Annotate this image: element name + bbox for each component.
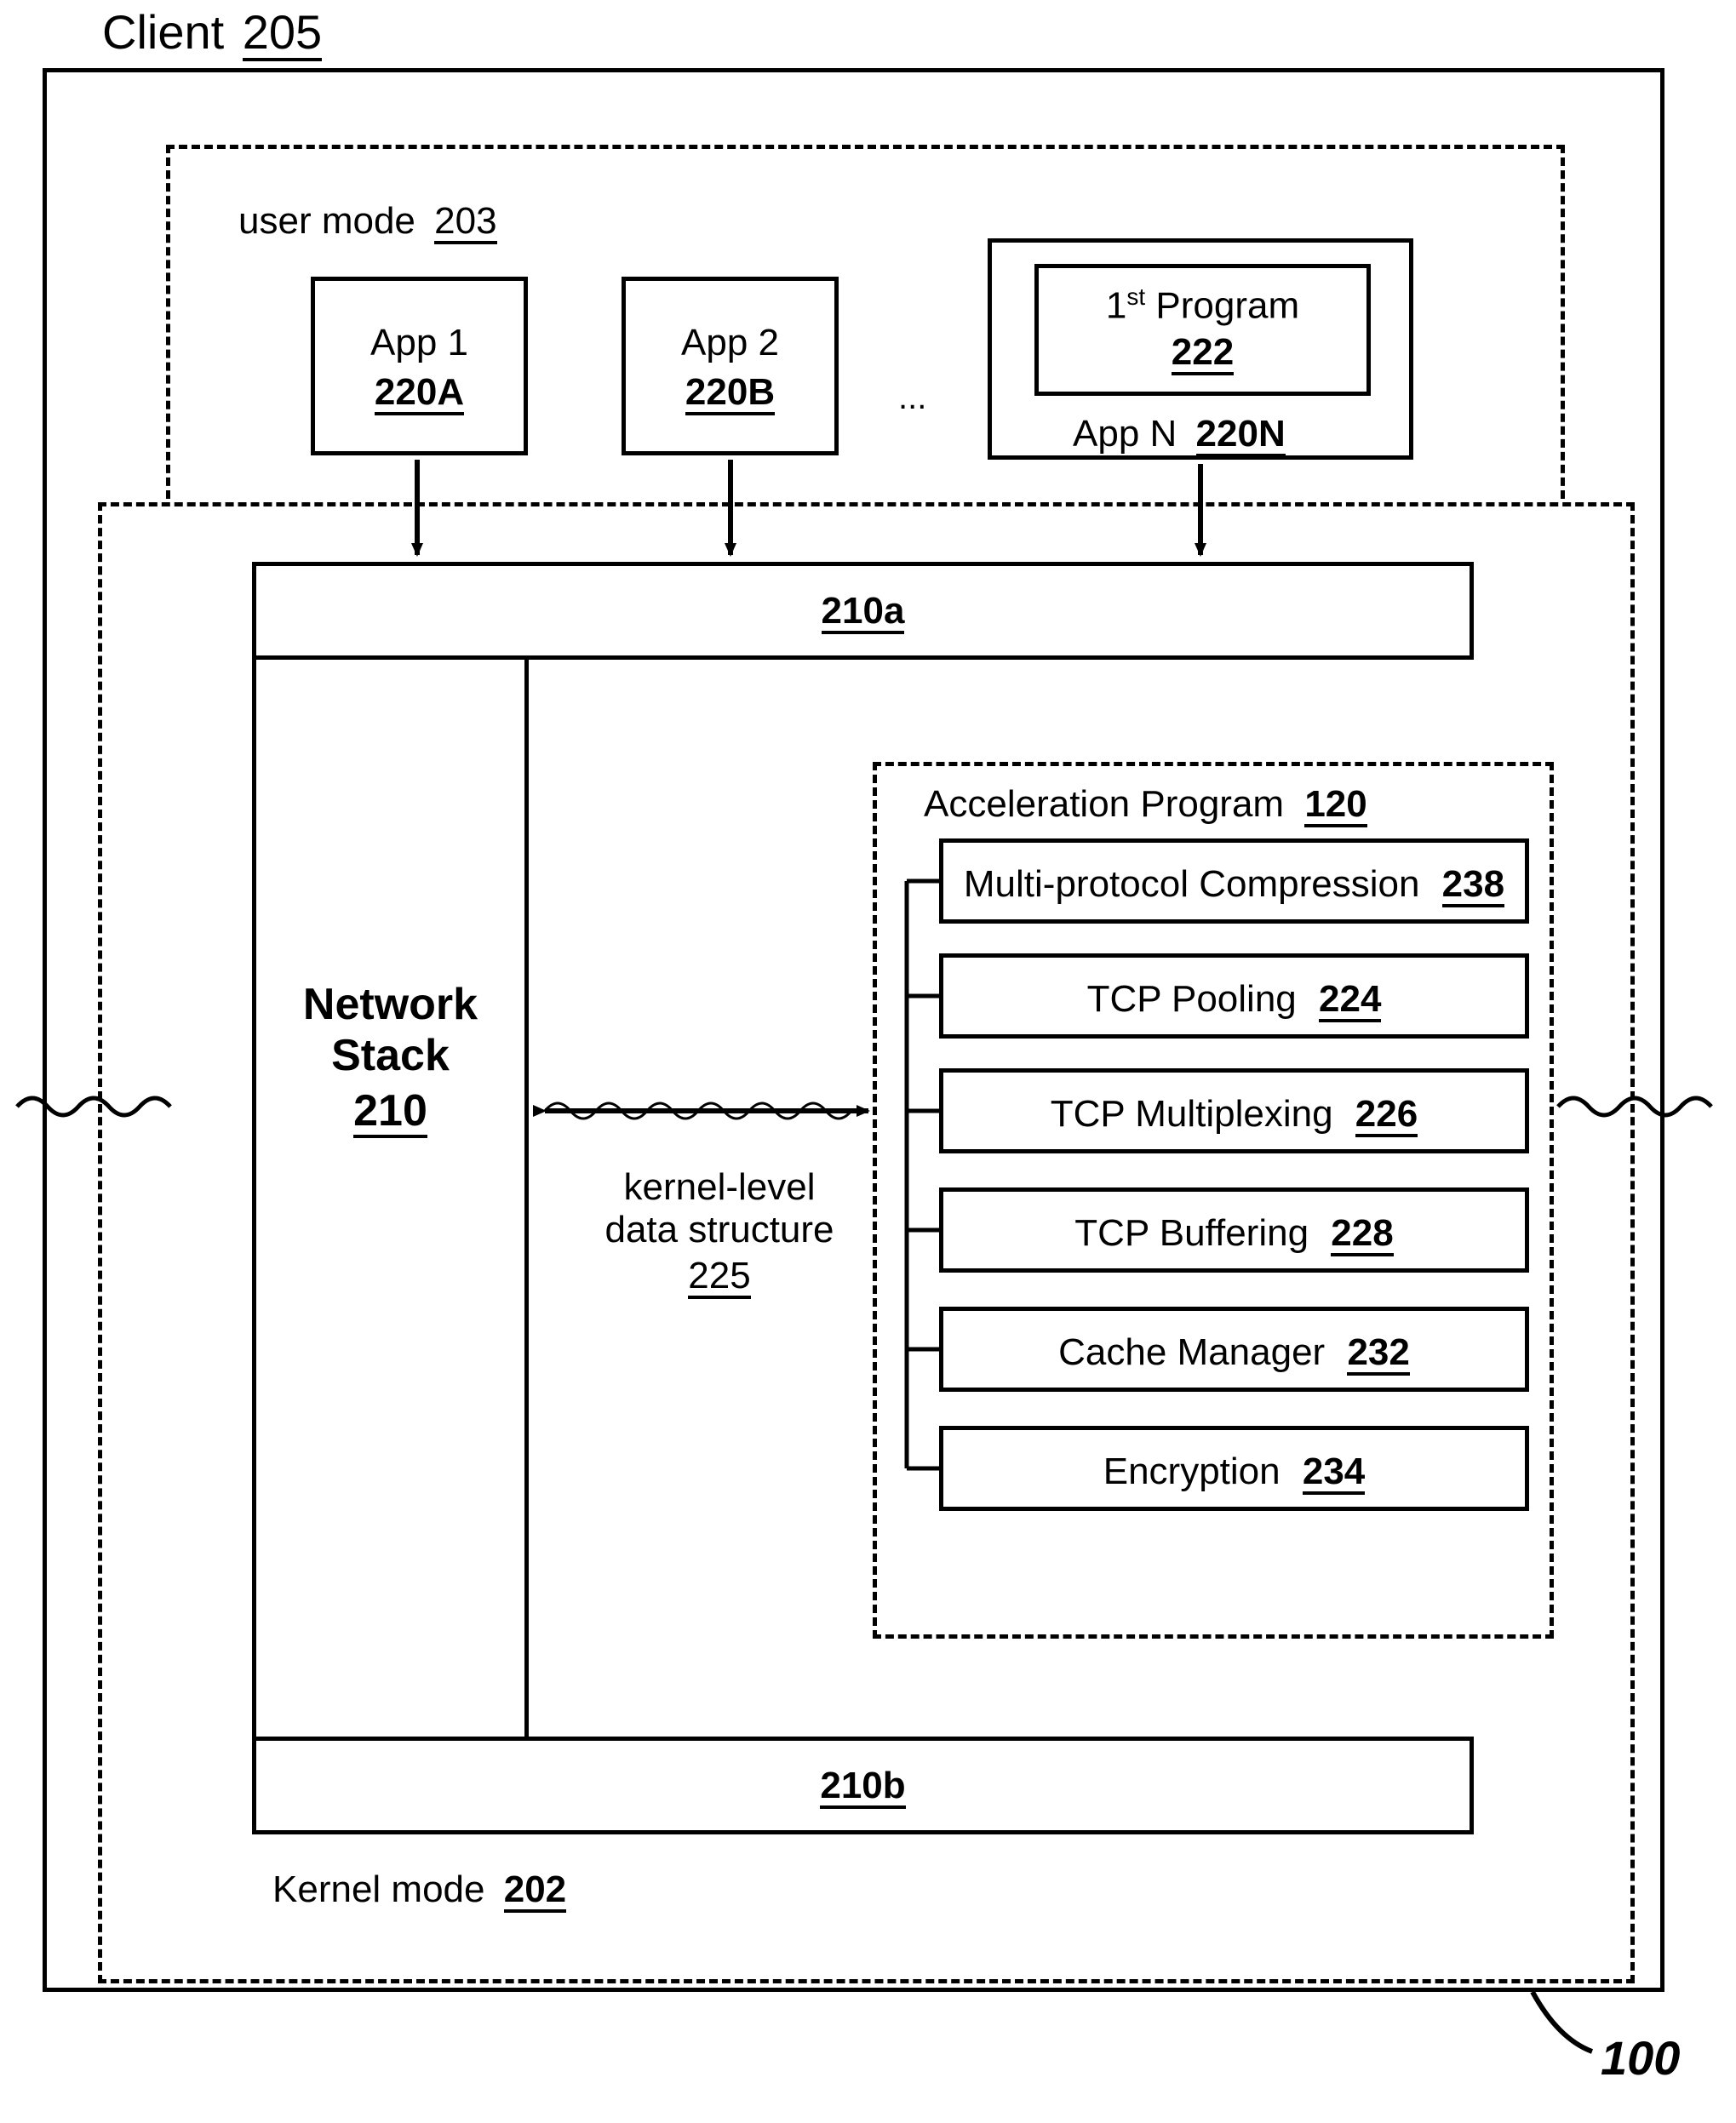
accel-item-1: TCP Pooling 224 <box>939 953 1529 1039</box>
app-1-box: App 1 220A <box>311 277 528 455</box>
layer-210a-box: 210a <box>252 562 1474 660</box>
accel-title-ref: 120 <box>1304 785 1366 827</box>
accel-item-2: TCP Multiplexing 226 <box>939 1068 1529 1153</box>
first-program-suffix: Program <box>1145 285 1299 327</box>
diagram-title: Client 205 <box>102 4 322 61</box>
first-program-num: 1 <box>1106 285 1126 327</box>
figure-ref: 100 <box>1601 2030 1680 2086</box>
app-1-ref: 220A <box>375 373 464 415</box>
accel-item-2-name: TCP Multiplexing <box>1051 1093 1333 1135</box>
accel-item-3-ref: 228 <box>1331 1214 1393 1256</box>
accel-item-5-ref: 234 <box>1303 1452 1365 1495</box>
kernel-mode-label: Kernel mode 202 <box>272 1868 566 1913</box>
accel-item-5: Encryption 234 <box>939 1426 1529 1511</box>
accel-item-3-name: TCP Buffering <box>1074 1212 1309 1254</box>
network-stack-line2: Stack <box>252 1030 529 1081</box>
kernel-data-line1: kernel-level <box>579 1166 860 1209</box>
accel-item-0-name: Multi-protocol Compression <box>964 863 1420 905</box>
accel-title-text: Acceleration Program <box>924 783 1284 825</box>
first-program-box: 1st Program 222 <box>1034 264 1371 396</box>
title-label: Client <box>102 5 224 59</box>
network-stack-line1: Network <box>252 979 529 1030</box>
app-1-name: App 1 <box>315 322 524 364</box>
accel-item-0: Multi-protocol Compression 238 <box>939 838 1529 924</box>
app-n-name: App N <box>1073 413 1177 455</box>
apps-ellipsis: ... <box>898 379 926 417</box>
user-mode-text: user mode <box>238 200 415 242</box>
network-stack-label: Network Stack 210 <box>252 979 529 1138</box>
left-vertical-connector <box>252 655 256 1741</box>
layer-210b-ref: 210b <box>820 1766 905 1809</box>
kernel-mode-text: Kernel mode <box>272 1868 484 1910</box>
network-stack-ref: 210 <box>353 1088 427 1138</box>
first-program-ord: st <box>1126 283 1145 310</box>
title-ref: 205 <box>243 8 322 61</box>
accel-item-4-name: Cache Manager <box>1058 1331 1325 1373</box>
user-mode-ref: 203 <box>434 202 496 244</box>
accel-item-1-name: TCP Pooling <box>1087 978 1297 1020</box>
app-2-ref: 220B <box>685 373 775 415</box>
layer-210a-ref: 210a <box>822 592 905 634</box>
kernel-data-line2: data structure <box>579 1209 860 1251</box>
accel-title: Acceleration Program 120 <box>924 783 1367 827</box>
kernel-data-label: kernel-level data structure 225 <box>579 1166 860 1299</box>
app-n-ref: 220N <box>1196 415 1286 457</box>
kernel-mode-ref: 202 <box>504 1870 566 1913</box>
kernel-data-ref: 225 <box>688 1256 750 1299</box>
accel-item-4: Cache Manager 232 <box>939 1307 1529 1392</box>
accel-item-5-name: Encryption <box>1103 1451 1281 1492</box>
accel-item-2-ref: 226 <box>1355 1095 1418 1137</box>
app-2-box: App 2 220B <box>622 277 839 455</box>
user-mode-label: user mode 203 <box>238 200 497 244</box>
app-n-label: App N 220N <box>1073 413 1286 457</box>
accel-item-4-ref: 232 <box>1347 1333 1409 1376</box>
accel-item-0-ref: 238 <box>1442 865 1504 907</box>
layer-210b-box: 210b <box>252 1737 1474 1834</box>
mid-vertical-connector <box>524 655 529 1741</box>
accel-item-3: TCP Buffering 228 <box>939 1187 1529 1273</box>
first-program-title: 1st Program <box>1039 283 1366 328</box>
first-program-ref: 222 <box>1172 333 1234 375</box>
accel-item-1-ref: 224 <box>1319 980 1381 1022</box>
app-2-name: App 2 <box>626 322 834 364</box>
